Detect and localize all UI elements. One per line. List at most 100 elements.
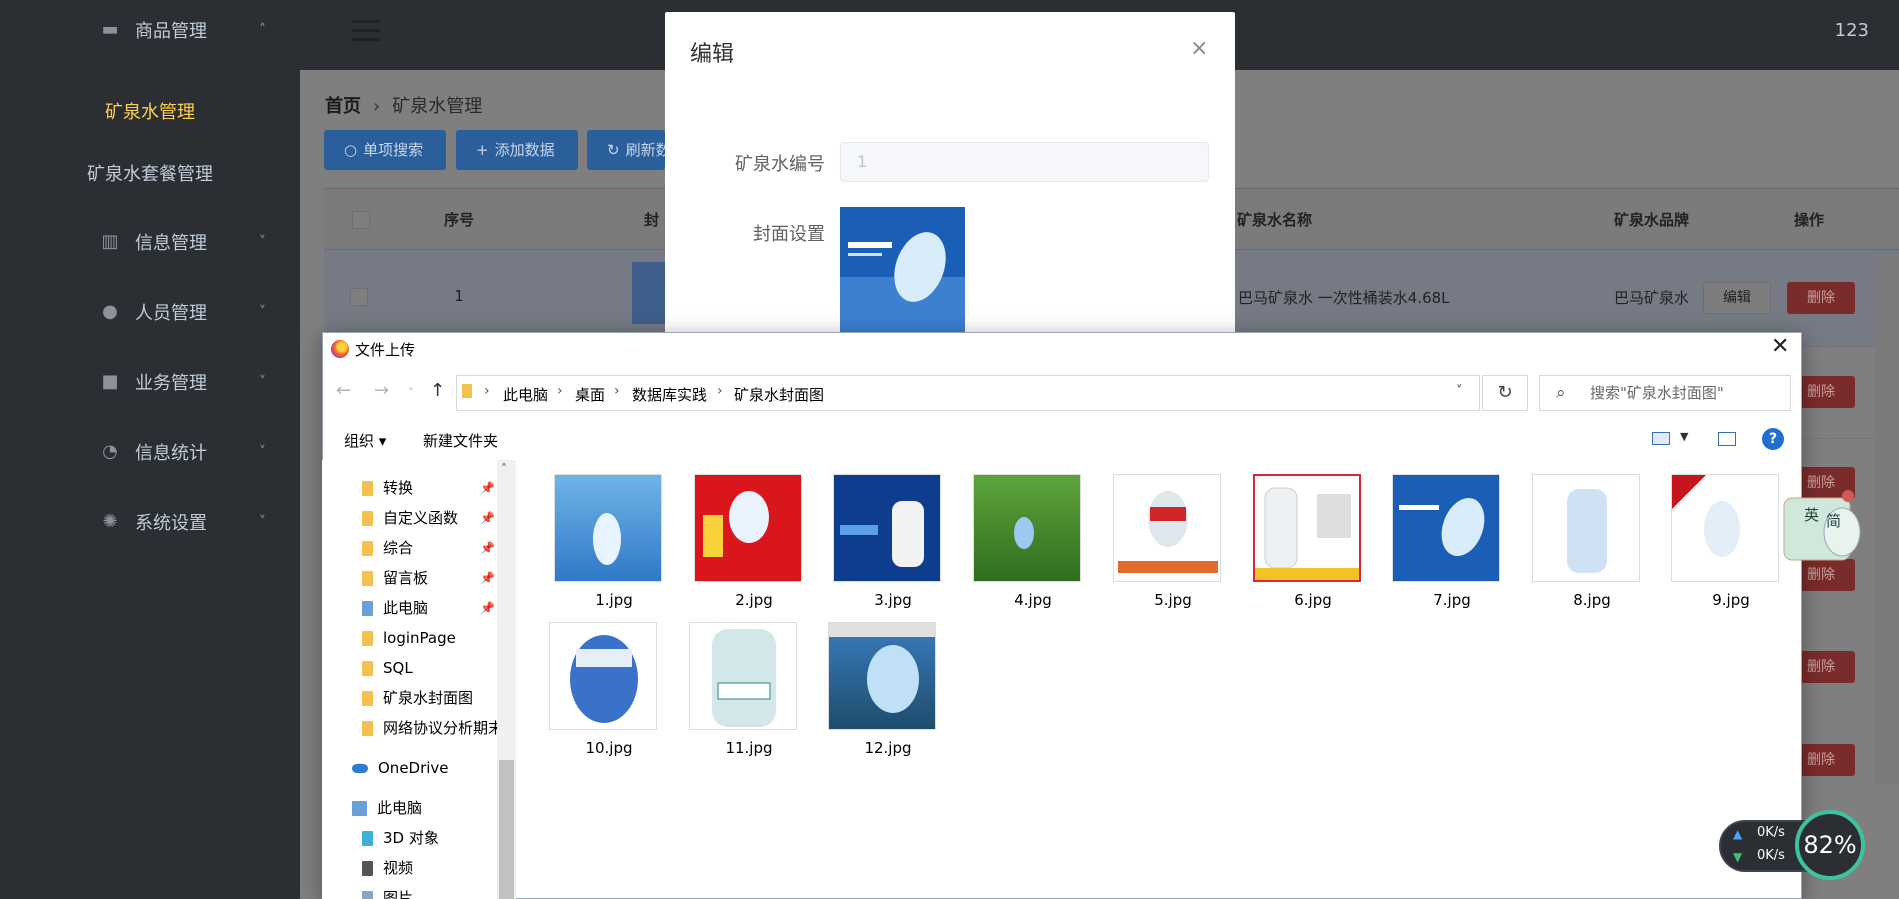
file-thumbnail (1392, 474, 1500, 582)
address-crumb[interactable]: 此电脑 (503, 384, 548, 405)
file-item[interactable]: 1.jpg (544, 474, 662, 614)
video-icon (362, 861, 373, 876)
menu-label: 信息管理 (135, 233, 207, 254)
file-item[interactable]: 4.jpg (963, 474, 1081, 614)
ime-english[interactable]: 英 (1804, 504, 1819, 525)
file-thumbnail (689, 622, 797, 730)
breadcrumb-home[interactable]: 首页 (325, 96, 361, 117)
row-cover-thumbnail (632, 262, 666, 324)
menu-business[interactable]: ■ 业务管理 ˅ (0, 352, 300, 412)
table-scrollbar[interactable] (1875, 255, 1899, 785)
select-all-checkbox[interactable] (352, 211, 370, 229)
menu-label: 商品管理 (135, 21, 207, 42)
edit-button[interactable]: 编辑 (1703, 282, 1771, 314)
help-icon[interactable]: ? (1762, 428, 1784, 450)
file-item[interactable]: 5.jpg (1103, 474, 1221, 614)
file-thumbnail (1253, 474, 1361, 582)
nav-label: 留言板 (383, 569, 429, 587)
breadcrumb-separator: › (557, 383, 563, 399)
menu-goods[interactable]: ▬ 商品管理 ˄ (0, 0, 300, 60)
organize-menu[interactable]: 组织 ▾ (344, 430, 386, 451)
nav-label: loginPage (383, 629, 456, 647)
row-checkbox[interactable] (350, 288, 368, 306)
refresh-icon[interactable]: ↻ (1482, 375, 1528, 411)
new-folder-button[interactable]: 新建文件夹 (423, 430, 498, 451)
ime-widget[interactable]: 英 简 (1780, 484, 1868, 574)
submenu-water[interactable]: 矿泉水管理 (0, 88, 300, 138)
file-name: 3.jpg (874, 591, 912, 609)
file-item[interactable]: 8.jpg (1522, 474, 1640, 614)
menu-settings[interactable]: ✺ 系统设置 ˅ (0, 492, 300, 552)
cube-icon (362, 831, 373, 846)
back-arrow-icon[interactable]: ← (336, 380, 351, 401)
picture-icon (362, 891, 373, 899)
file-search-input[interactable]: ⌕ 搜索"矿泉水封面图" (1539, 375, 1791, 411)
address-crumb[interactable]: 桌面 (575, 384, 605, 405)
cover-image[interactable] (840, 207, 965, 332)
up-arrow-icon[interactable]: ↑ (430, 380, 445, 401)
refresh-button-label: 刷新数 (625, 141, 665, 159)
file-thumbnail (833, 474, 941, 582)
memory-usage-percent[interactable]: 82% (1795, 810, 1865, 880)
sidebar: ▬ 商品管理 ˄ 矿泉水管理 矿泉水套餐管理 ▥ 信息管理 ˅ ● 人员管理 ˅… (0, 0, 300, 899)
breadcrumb-separator: › (717, 383, 723, 399)
menu-people[interactable]: ● 人员管理 ˅ (0, 282, 300, 342)
hamburger-icon[interactable] (352, 20, 380, 42)
search-button[interactable]: ○ 单项搜索 (324, 130, 446, 170)
address-crumb[interactable]: 数据库实践 (632, 384, 707, 405)
firefox-icon (331, 340, 349, 358)
chevron-down-icon: ˅ (259, 374, 266, 390)
refresh-button[interactable]: ↻ 刷新数 (587, 130, 665, 170)
add-data-button[interactable]: + 添加数据 (456, 130, 578, 170)
ime-simplified[interactable]: 简 (1826, 510, 1841, 531)
file-thumbnail (549, 622, 657, 730)
nav-item[interactable]: 网络协议分析期末 (362, 713, 500, 743)
search-button-label: 单项搜索 (363, 141, 424, 159)
view-mode-icon[interactable] (1652, 432, 1670, 445)
header-index: 序号 (443, 211, 474, 229)
file-name: 4.jpg (1014, 591, 1052, 609)
address-crumb[interactable]: 矿泉水封面图 (734, 384, 824, 405)
chevron-down-icon: ˅ (259, 304, 266, 320)
file-dialog-title: 文件上传 (355, 341, 416, 359)
file-name: 9.jpg (1712, 591, 1750, 609)
file-item[interactable]: 10.jpg (539, 622, 657, 762)
submenu-water-package[interactable]: 矿泉水套餐管理 (0, 150, 300, 200)
pane-scrollbar-thumb[interactable] (499, 760, 514, 899)
chevron-down-icon[interactable]: ˅ (1456, 384, 1463, 399)
header-cover: 封 (644, 211, 660, 229)
book-icon: ▥ (101, 231, 119, 252)
nav-label: 网络协议分析期末 (383, 719, 500, 737)
close-icon[interactable]: ✕ (1771, 334, 1789, 359)
preview-pane-icon[interactable] (1718, 432, 1736, 446)
file-item[interactable]: 3.jpg (823, 474, 941, 614)
file-item[interactable]: 12.jpg (818, 622, 936, 762)
folder-icon (362, 481, 373, 496)
close-icon[interactable]: × (1190, 36, 1208, 61)
briefcase-icon: ▬ (101, 19, 119, 40)
address-bar[interactable] (456, 375, 1480, 411)
chevron-down-icon[interactable]: ˅ (408, 386, 414, 400)
file-item[interactable]: 2.jpg (684, 474, 802, 614)
file-thumbnail (828, 622, 936, 730)
file-name: 12.jpg (864, 739, 912, 757)
pin-icon: 📌 (480, 541, 495, 555)
menu-stats[interactable]: ◔ 信息统计 ˅ (0, 422, 300, 482)
delete-button[interactable]: 删除 (1787, 282, 1855, 314)
chevron-up-icon[interactable]: ˄ (501, 462, 507, 476)
row-name: 巴马矿泉水 一次性桶装水4.68L (1238, 289, 1450, 307)
navigation-pane: 转换 📌 自定义函数 📌 综合 📌 留言板 📌 此电脑 📌 loginPage SQL 矿… (322, 460, 516, 899)
file-item[interactable]: 7.jpg (1382, 474, 1500, 614)
file-name: 7.jpg (1433, 591, 1471, 609)
menu-info[interactable]: ▥ 信息管理 ˅ (0, 212, 300, 272)
forward-arrow-icon[interactable]: → (374, 380, 389, 401)
chevron-down-icon[interactable]: ▼ (1680, 430, 1688, 443)
add-button-label: 添加数据 (494, 141, 555, 159)
file-item[interactable]: 9.jpg (1661, 474, 1779, 614)
file-thumbnail (1671, 474, 1779, 582)
computer-icon (352, 801, 367, 816)
id-label: 矿泉水编号 (735, 154, 825, 175)
username[interactable]: 123 (1835, 20, 1869, 41)
file-item[interactable]: 11.jpg (679, 622, 797, 762)
file-item[interactable]: 6.jpg (1243, 474, 1361, 614)
